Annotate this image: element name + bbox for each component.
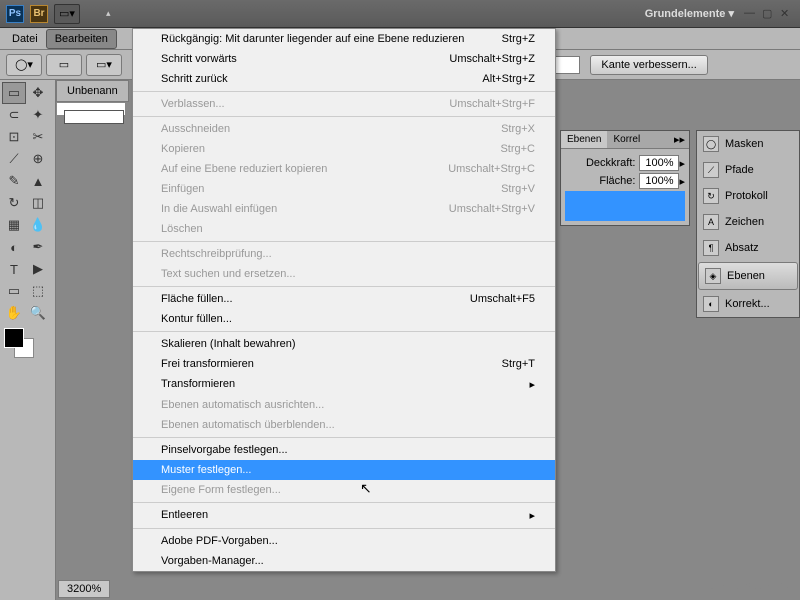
correct-icon: ◐ [703, 296, 719, 312]
menu-auto-blend: Ebenen automatisch überblenden... [133, 415, 555, 435]
opacity-input[interactable] [639, 155, 679, 171]
refine-edge-button[interactable]: Kante verbessern... [590, 55, 707, 75]
shape-tool[interactable]: ▭ [2, 280, 26, 302]
stamp-tool[interactable]: ▲ [26, 170, 50, 192]
paths-icon: ⟋ [703, 162, 719, 178]
menu-purge[interactable]: Entleeren▸ [133, 505, 555, 526]
hand-tool[interactable]: ✋ [2, 302, 26, 324]
menu-transform[interactable]: Transformieren▸ [133, 374, 555, 395]
zoom-tool[interactable]: 🔍 [26, 302, 50, 324]
bridge-icon[interactable]: Br [30, 5, 48, 23]
photoshop-icon[interactable]: Ps [6, 5, 24, 23]
tab-corrections[interactable]: Korrel [607, 131, 646, 148]
menu-step-back[interactable]: Schritt zurückAlt+Strg+Z [133, 69, 555, 89]
history-brush-tool[interactable]: ↻ [2, 192, 26, 214]
panel-corrections[interactable]: ◐Korrekt... [697, 291, 799, 317]
cursor-icon: ↖ [360, 480, 372, 497]
side-panels: ◯Masken ⟋Pfade ↻Protokoll AZeichen ¶Absa… [696, 130, 800, 318]
edit-menu-dropdown: Rückgängig: Mit darunter liegender auf e… [132, 28, 556, 572]
layers-icon: ◈ [705, 268, 721, 284]
document-tab[interactable]: Unbenann [56, 80, 129, 102]
menu-undo[interactable]: Rückgängig: Mit darunter liegender auf e… [133, 29, 555, 49]
toolbox: ▭✥ ⊂✦ ⊡✂ ⟋⊕ ✎▲ ↻◫ ▦💧 ◐✒ T▶ ▭⬚ ✋🔍 [0, 80, 56, 600]
ruler-tick: ▴ [106, 8, 111, 19]
marquee-shape-select[interactable]: ◯▾ [6, 54, 42, 76]
menu-fill[interactable]: Fläche füllen...Umschalt+F5 [133, 289, 555, 309]
gradient-tool[interactable]: ▦ [2, 214, 26, 236]
fg-color[interactable] [4, 328, 24, 348]
masks-icon: ◯ [703, 136, 719, 152]
slice-tool[interactable]: ✂ [26, 126, 50, 148]
maximize-button[interactable]: ▢ [762, 7, 776, 21]
zoom-indicator[interactable]: 3200% [58, 580, 110, 598]
minimize-button[interactable]: — [744, 7, 758, 21]
character-icon: A [703, 214, 719, 230]
close-button[interactable]: ✕ [780, 7, 794, 21]
menu-cut: AusschneidenStrg+X [133, 119, 555, 139]
panel-history[interactable]: ↻Protokoll [697, 183, 799, 209]
layer-item[interactable] [565, 191, 685, 221]
healing-tool[interactable]: ⊕ [26, 148, 50, 170]
brush-tool[interactable]: ✎ [2, 170, 26, 192]
menu-free-transform[interactable]: Frei transformierenStrg+T [133, 354, 555, 374]
layers-panel: Ebenen Korrel ▸▸ Deckkraft:▸ Fläche:▸ [560, 130, 690, 226]
menu-define-pattern[interactable]: Muster festlegen... [133, 460, 555, 480]
path-select-tool[interactable]: ▶ [26, 258, 50, 280]
menu-edit[interactable]: Bearbeiten [46, 29, 117, 49]
menu-paste-into: In die Auswahl einfügenUmschalt+Strg+V [133, 199, 555, 219]
workspace-switcher[interactable]: Grundelemente ▾ [645, 7, 734, 20]
menu-define-custom: Eigene Form festlegen... [133, 480, 555, 500]
marquee-tool[interactable]: ▭ [2, 82, 26, 104]
tab-layers[interactable]: Ebenen [561, 131, 607, 148]
canvas[interactable] [64, 110, 124, 124]
menu-content-scale[interactable]: Skalieren (Inhalt bewahren) [133, 334, 555, 354]
history-icon: ↻ [703, 188, 719, 204]
dodge-tool[interactable]: ◐ [2, 236, 26, 258]
move-tool[interactable]: ✥ [26, 82, 50, 104]
3d-tool[interactable]: ⬚ [26, 280, 50, 302]
panel-character[interactable]: AZeichen [697, 209, 799, 235]
crop-tool[interactable]: ⊡ [2, 126, 26, 148]
menu-file[interactable]: Datei [4, 30, 46, 48]
menu-copy-merged: Auf eine Ebene reduziert kopierenUmschal… [133, 159, 555, 179]
panel-paths[interactable]: ⟋Pfade [697, 157, 799, 183]
wand-tool[interactable]: ✦ [26, 104, 50, 126]
menu-spellcheck: Rechtschreibprüfung... [133, 244, 555, 264]
fill-label: Fläche: [599, 175, 635, 187]
type-tool[interactable]: T [2, 258, 26, 280]
lasso-tool[interactable]: ⊂ [2, 104, 26, 126]
eyedropper-tool[interactable]: ⟋ [2, 148, 26, 170]
opacity-label: Deckkraft: [586, 157, 636, 169]
eraser-tool[interactable]: ◫ [26, 192, 50, 214]
watermark: PSD-Tutorials.de [700, 578, 790, 592]
panel-menu-icon[interactable]: ▸▸ [670, 131, 689, 148]
view-mode-button[interactable]: ▭▾ [54, 4, 80, 24]
titlebar: Ps Br ▭▾ ▴ Grundelemente ▾ — ▢ ✕ [0, 0, 800, 28]
menu-paste: EinfügenStrg+V [133, 179, 555, 199]
menu-define-brush[interactable]: Pinselvorgabe festlegen... [133, 440, 555, 460]
menu-step-forward[interactable]: Schritt vorwärtsUmschalt+Strg+Z [133, 49, 555, 69]
fill-input[interactable] [639, 173, 679, 189]
pen-tool[interactable]: ✒ [26, 236, 50, 258]
selection-mode[interactable]: ▭ [46, 54, 82, 76]
menu-stroke[interactable]: Kontur füllen... [133, 309, 555, 329]
color-swatch[interactable] [4, 328, 34, 358]
menu-fade: Verblassen...Umschalt+Strg+F [133, 94, 555, 114]
paragraph-icon: ¶ [703, 240, 719, 256]
selection-mode-2[interactable]: ▭▾ [86, 54, 122, 76]
menu-copy: KopierenStrg+C [133, 139, 555, 159]
menu-pdf-presets[interactable]: Adobe PDF-Vorgaben... [133, 531, 555, 551]
menu-auto-align: Ebenen automatisch ausrichten... [133, 395, 555, 415]
menu-clear: Löschen [133, 219, 555, 239]
panel-masks[interactable]: ◯Masken [697, 131, 799, 157]
panel-layers[interactable]: ◈Ebenen [698, 262, 798, 290]
menu-find-replace: Text suchen und ersetzen... [133, 264, 555, 284]
blur-tool[interactable]: 💧 [26, 214, 50, 236]
panel-paragraph[interactable]: ¶Absatz [697, 235, 799, 261]
menu-preset-manager[interactable]: Vorgaben-Manager... [133, 551, 555, 571]
